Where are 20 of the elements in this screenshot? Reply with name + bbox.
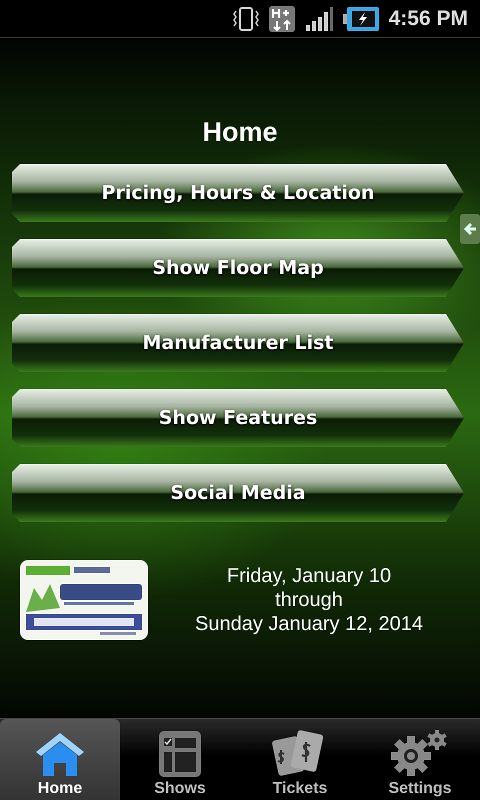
checklist-icon bbox=[158, 730, 202, 778]
vibrate-icon bbox=[232, 6, 259, 32]
page-title: Home bbox=[202, 117, 278, 148]
menu-button[interactable]: Pricing, Hours & Location bbox=[12, 164, 464, 222]
tab[interactable]: Home bbox=[0, 719, 120, 800]
data-network-icon bbox=[268, 6, 295, 32]
event-date-text: through bbox=[275, 588, 343, 612]
battery-charging-icon bbox=[342, 6, 379, 32]
tab[interactable]: Shows bbox=[120, 719, 240, 800]
side-drawer-handle-icon[interactable] bbox=[460, 214, 480, 244]
status-time: 4:56 PM bbox=[388, 6, 468, 30]
event-date-text: Friday, January 10 bbox=[226, 564, 392, 588]
tab[interactable]: Settings bbox=[360, 719, 480, 800]
menu-button[interactable]: Manufacturer List bbox=[12, 314, 464, 372]
menu-button[interactable]: Show Floor Map bbox=[12, 239, 464, 297]
menu-button[interactable]: Social Media bbox=[12, 464, 464, 522]
menu-button[interactable]: Show Features bbox=[12, 389, 464, 447]
event-date-text: Sunday January 12, 2014 bbox=[195, 612, 423, 636]
signal-icon bbox=[304, 6, 333, 30]
tab[interactable]: Tickets bbox=[240, 719, 360, 800]
